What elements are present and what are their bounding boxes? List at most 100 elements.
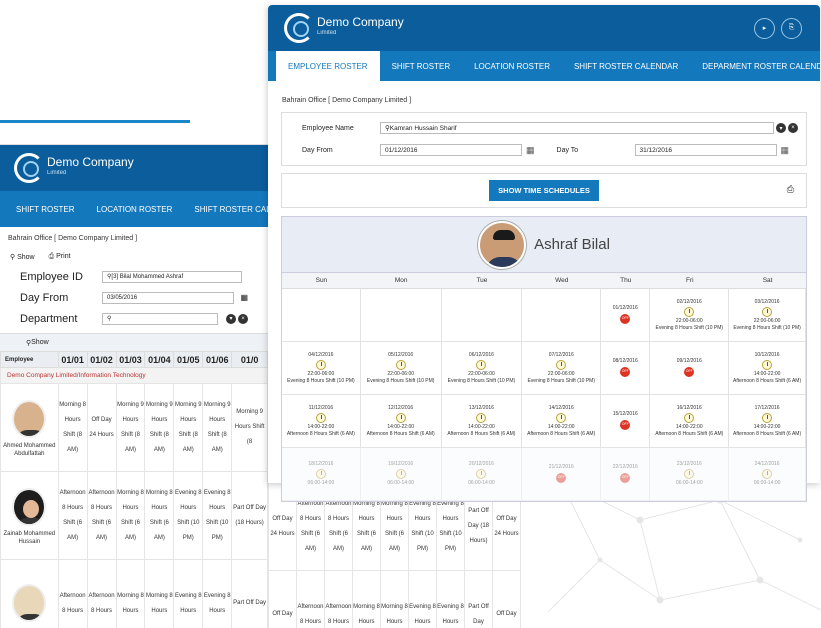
calendar-day-cell[interactable]: 18/12/2016 06:00-14:00 [282, 448, 361, 500]
shift-cell[interactable]: Morning 9 Hours Shift (8 AM) [115, 383, 146, 472]
shift-cell[interactable]: Morning 9 Hours Shift (8 [231, 383, 268, 472]
dropdown-icon[interactable]: ▾ [776, 123, 786, 133]
employee-name-input[interactable]: ⚲ Kamran Hussain Sharif [380, 122, 774, 134]
shift-cell[interactable]: Evening 8 Hours [436, 570, 465, 628]
weekday-label: Sun [315, 277, 328, 284]
tab-shift-roster[interactable]: SHIFT ROSTER [380, 51, 463, 81]
shift-cell[interactable]: Morning 8 Hours [380, 570, 409, 628]
employee-id-input[interactable]: ⚲ [3] Bilal Mohammed Ashraf [102, 270, 242, 283]
calendar-day-cell[interactable]: 07/12/2016 22:00-06:00 Evening 8 Hours Shi… [522, 342, 602, 394]
calendar-icon[interactable]: ▦ [526, 145, 535, 156]
shift-cell[interactable]: Part Off Day [231, 559, 268, 628]
off-day-icon: OFF [684, 366, 695, 377]
day-from-input[interactable]: 03/05/2016 [102, 291, 235, 304]
day-date: 11/12/2016 [308, 404, 334, 411]
clock-icon [476, 469, 487, 479]
day-to-value: 31/12/2016 [639, 146, 673, 154]
calendar-day-cell[interactable]: 20/12/2016 06:00-14:00 [441, 448, 523, 500]
play-icon[interactable]: ▸ [754, 17, 775, 39]
day-from-label: Day From [302, 146, 333, 154]
shift-cell[interactable]: Morning 9 Hours Shift (8 AM) [173, 383, 204, 472]
calendar-day-cell[interactable]: 14/12/2016 14:00-22:00 Afternoon 8 Hours S… [522, 395, 602, 447]
calendar-day-cell[interactable]: 02/12/2016 22:00-06:00 Evening 8 Hours Shi… [650, 289, 730, 341]
day-date: 02/12/2016 [676, 298, 702, 305]
calendar-day-cell[interactable]: 05/12/2016 22:00-06:00 Evening 8 Hours Shi… [360, 342, 442, 394]
calendar-day-cell[interactable]: 03/12/2016 22:00-06:00 Evening 8 Hours Shi… [729, 289, 806, 341]
shift-label: Afternoon 8 Hours Shift (6 AM) [527, 430, 596, 437]
tab-location-roster[interactable]: LOCATION ROSTER [462, 51, 562, 81]
shift-cell[interactable]: Evening 8 Hours [408, 570, 437, 628]
calendar-week: 04/12/2016 22:00-06:00 Evening 8 Hours Shi… [282, 342, 806, 395]
calendar-day-cell[interactable]: 11/12/2016 14:00-22:00 Afternoon 8 Hours S… [282, 395, 361, 447]
calendar-day-cell[interactable]: 01/12/2016 OFF [601, 289, 651, 341]
shift-cell[interactable]: Morning 8 Hours [115, 559, 146, 628]
shift-cell[interactable]: Morning 8 Hours [144, 559, 175, 628]
print-button[interactable]: ⎙ Print [49, 253, 71, 261]
nav-shift-roster-calendar[interactable]: SHIFT ROSTER CALENDAR [194, 205, 268, 214]
nav-location-roster[interactable]: LOCATION ROSTER [97, 205, 173, 214]
clear-icon[interactable]: × [788, 123, 798, 133]
shift-cell[interactable]: Part Off Day [464, 570, 493, 628]
department-input[interactable]: ⚲ [102, 312, 218, 325]
calendar-day-cell[interactable]: 23/12/2016 06:00-14:00 [650, 448, 730, 500]
shift-label: Evening 8 Hours Shift (10 PM) [655, 324, 724, 331]
day-date: 24/12/2016 [754, 461, 780, 467]
calendar-day-cell[interactable]: 19/12/2016 06:00-14:00 [360, 448, 442, 500]
calendar-day-cell[interactable]: 04/12/2016 22:00-06:00 Evening 8 Hours Shi… [282, 342, 361, 394]
day-date: 01/12/2016 [612, 304, 638, 311]
show-time-schedules-button[interactable]: SHOW TIME SCHEDULES [489, 180, 599, 201]
calendar-day-cell[interactable]: 12/12/2016 14:00-22:00 Afternoon 8 Hours S… [360, 395, 442, 447]
shift-cell[interactable]: Evening 8 Hours [202, 559, 233, 628]
shift-cell[interactable]: Evening 8 Hours Shift (10 PM) [173, 471, 204, 560]
calendar-day-cell[interactable]: 22/12/2016 OFF [601, 448, 651, 500]
weekday-label: Mon [394, 277, 408, 284]
shift-cell[interactable]: Afternoon 8 Hours [296, 570, 325, 628]
shift-cell[interactable]: Morning 8 Hours [352, 570, 381, 628]
dropdown-icon[interactable]: ▾ [226, 313, 236, 324]
document-icon[interactable]: ⎘ [781, 17, 802, 39]
shift-cell[interactable]: Evening 8 Hours [173, 559, 204, 628]
shift-cell[interactable]: Afternoon 8 Hours [86, 559, 117, 628]
shift-cell[interactable]: Morning 9 Hours Shift (8 AM) [144, 383, 175, 472]
calendar-day-cell[interactable]: 16/12/2016 14:00-22:00 Afternoon 8 Hours S… [650, 395, 730, 447]
shift-cell[interactable]: Off Day [268, 570, 297, 628]
calendar-day-cell[interactable]: 17/12/2016 14:00-22:00 Afternoon 8 Hours S… [729, 395, 806, 447]
clear-icon[interactable]: × [238, 313, 248, 324]
shift-cell[interactable]: Off Day 24 Hours [86, 383, 117, 472]
calendar-day-cell[interactable]: 15/12/2016 OFF [601, 395, 651, 447]
calendar-day-cell[interactable]: 24/12/2016 06:00-14:00 [729, 448, 806, 500]
day-date: 07/12/2016 [548, 351, 574, 358]
calendar-day-cell[interactable]: 08/12/2016 OFF [601, 342, 651, 394]
day-to-input[interactable]: 31/12/2016 [634, 144, 777, 156]
shift-cell[interactable]: Morning 9 Hours Shift (8 AM) [202, 383, 233, 472]
shift-cell[interactable]: Afternoon 8 Hours [57, 559, 88, 628]
shift-cell[interactable]: Morning 8 Hours Shift (8 AM) [57, 383, 88, 472]
search-icon: ⚲ [107, 316, 112, 322]
employee-cell: Zainab Mohammed Hussain [0, 471, 59, 560]
tab-department-roster-calendar[interactable]: DEPARMENT ROSTER CALENDAR [690, 51, 821, 81]
shift-cell[interactable]: Afternoon 8 Hours Shift (6 AM) [86, 471, 117, 560]
show-toggle[interactable]: ⚲ Show [0, 333, 268, 351]
printer-icon[interactable]: ⎙ [787, 184, 794, 195]
tab-shift-roster-calendar[interactable]: SHIFT ROSTER CALENDAR [562, 51, 690, 81]
calendar-day-cell[interactable]: 06/12/2016 22:00-06:00 Evening 8 Hours Shi… [441, 342, 523, 394]
shift-cell[interactable]: Afternoon 8 Hours Shift (6 AM) [57, 471, 88, 560]
day-from-input[interactable]: 01/12/2016 [380, 144, 522, 156]
shift-label: Evening 8 Hours Shift (10 PM) [366, 377, 435, 384]
tab-employee-roster[interactable]: EMPLOYEE ROSTER [276, 51, 380, 81]
shift-cell[interactable]: Morning 8 Hours Shift (6 AM) [144, 471, 175, 560]
calendar-day-cell[interactable]: 21/12/2016 OFF [522, 448, 602, 500]
calendar-day-cell[interactable]: 09/12/2016 OFF [650, 342, 730, 394]
nav-shift-roster[interactable]: SHIFT ROSTER [16, 205, 75, 214]
calendar-icon[interactable]: ▦ [240, 293, 248, 302]
shift-cell[interactable]: Morning 8 Hours Shift (6 AM) [115, 471, 146, 560]
show-button[interactable]: ⚲ Show [10, 253, 35, 261]
calendar-day-cell[interactable]: 13/12/2016 14:00-22:00 Afternoon 8 Hours S… [441, 395, 523, 447]
shift-cell[interactable]: Off Day [492, 570, 521, 628]
calendar-icon[interactable]: ▦ [781, 145, 790, 156]
shift-time: 14:00-22:00 [307, 423, 335, 430]
shift-cell[interactable]: Evening 8 Hours Shift (10 PM) [202, 471, 233, 560]
shift-cell[interactable]: Afternoon 8 Hours [324, 570, 353, 628]
calendar-day-cell[interactable]: 10/12/2016 14:00-22:00 Afternoon 8 Hours S… [729, 342, 806, 394]
shift-cell[interactable]: Part Off Day (18 Hours) [231, 471, 268, 560]
